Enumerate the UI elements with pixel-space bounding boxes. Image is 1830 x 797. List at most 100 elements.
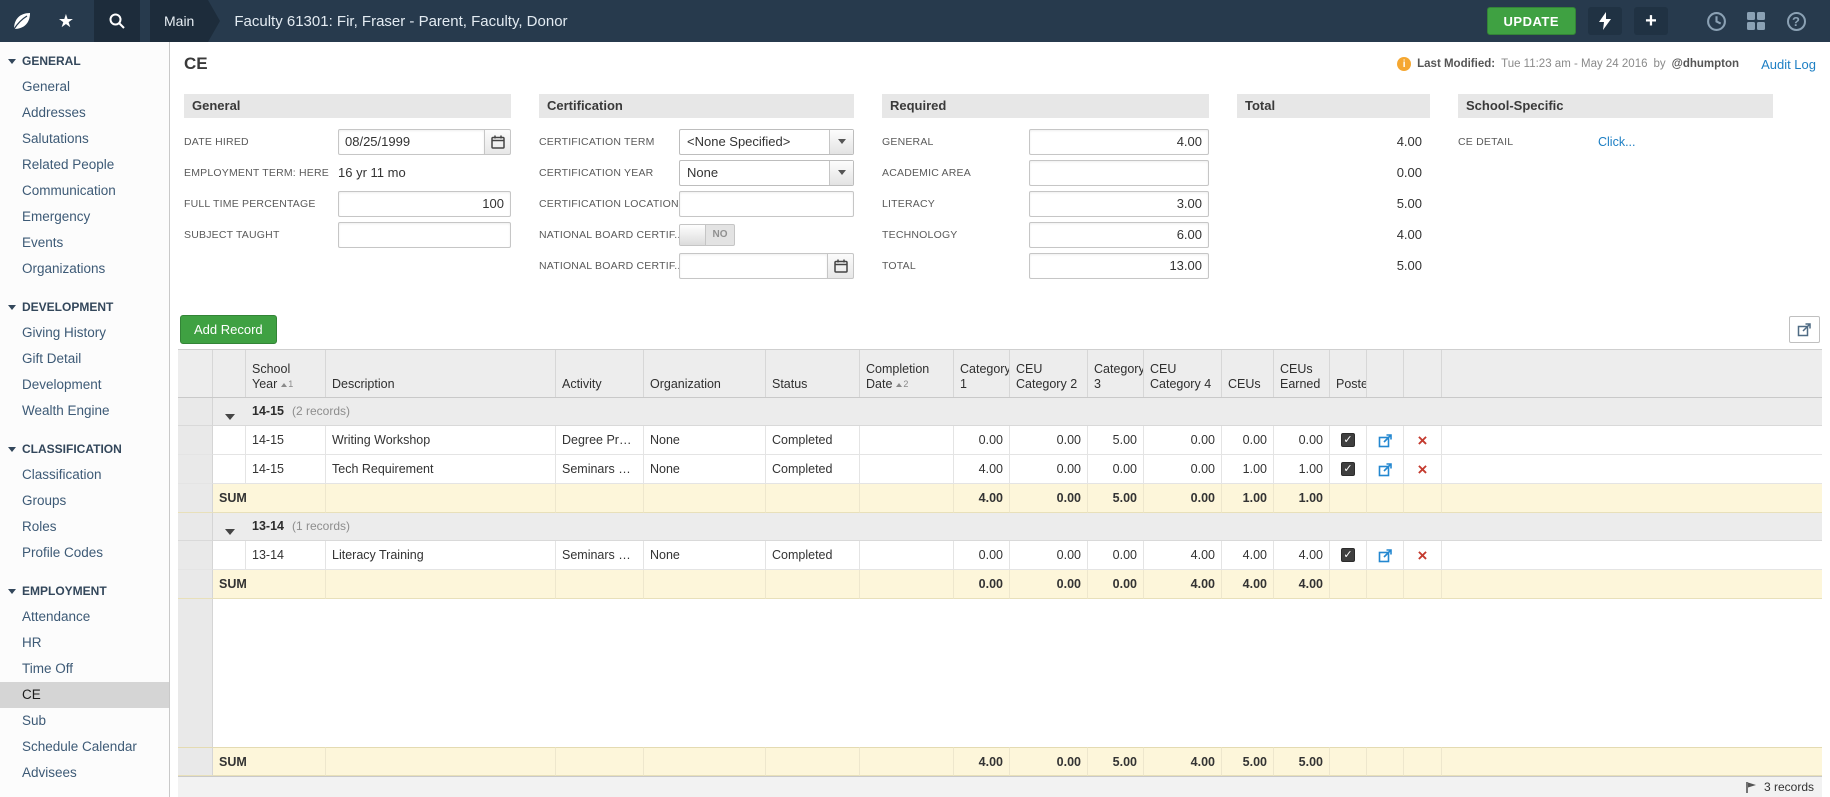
posted-checkbox[interactable]: ✓ (1341, 462, 1355, 476)
sidebar-item-events[interactable]: Events (0, 230, 169, 256)
sidebar-item-attendance[interactable]: Attendance (0, 604, 169, 630)
header-posted[interactable]: Poste… (1330, 350, 1367, 397)
header-category-1[interactable]: Category 1 (954, 350, 1010, 397)
certification-term-select[interactable]: <None Specified> (679, 128, 854, 155)
sidebar-section-general[interactable]: GENERAL (0, 48, 169, 74)
sidebar-section-employment[interactable]: EMPLOYMENT (0, 578, 169, 604)
subject-taught-input[interactable] (338, 221, 511, 248)
header-category-3[interactable]: Category 3 (1088, 350, 1144, 397)
full-time-percentage-input[interactable] (338, 190, 511, 217)
header-ceu-category-4[interactable]: CEU Category 4 (1144, 350, 1222, 397)
ce-detail-link[interactable]: Click... (1598, 135, 1636, 149)
expand-grid-button[interactable] (1789, 315, 1820, 343)
sidebar-item-profile-codes[interactable]: Profile Codes (0, 540, 169, 566)
sidebar-item-roles[interactable]: Roles (0, 514, 169, 540)
group-record-count: (2 records) (291, 404, 350, 418)
required-technology-input[interactable] (1029, 221, 1209, 248)
help-button[interactable]: ? (1776, 0, 1816, 42)
delete-record-icon[interactable]: × (1418, 461, 1428, 478)
update-button[interactable]: UPDATE (1486, 7, 1576, 35)
cell-filler (1442, 455, 1822, 484)
cell-ceus: 1.00 (1222, 455, 1274, 484)
add-button[interactable]: + (1634, 7, 1668, 35)
section-label: EMPLOYMENT (22, 584, 107, 598)
app-logo-button[interactable] (0, 0, 44, 42)
open-record-icon[interactable] (1378, 462, 1393, 477)
sidebar-item-classification[interactable]: Classification (0, 462, 169, 488)
panel-title: Total (1237, 94, 1430, 118)
certification-year-select[interactable]: None (679, 159, 854, 186)
delete-record-icon[interactable]: × (1418, 547, 1428, 564)
quick-actions-button[interactable] (1588, 7, 1622, 35)
required-academic-area-input[interactable] (1029, 159, 1209, 186)
sidebar-item-related-people[interactable]: Related People (0, 152, 169, 178)
required-literacy-input[interactable] (1029, 190, 1209, 217)
sidebar-item-gift-detail[interactable]: Gift Detail (0, 346, 169, 372)
sidebar-item-groups[interactable]: Groups (0, 488, 169, 514)
calendar-icon[interactable] (828, 252, 854, 279)
sidebar-item-time-off[interactable]: Time Off (0, 656, 169, 682)
cell-activity: Degree Pro… (556, 426, 644, 455)
favorites-button[interactable]: ★ (44, 0, 88, 42)
header-ceu-category-2[interactable]: CEU Category 2 (1010, 350, 1088, 397)
certification-location-input[interactable] (679, 190, 854, 217)
sidebar-item-general[interactable]: General (0, 74, 169, 100)
sidebar-item-hr[interactable]: HR (0, 630, 169, 656)
apps-button[interactable] (1736, 0, 1776, 42)
delete-record-icon[interactable]: × (1418, 432, 1428, 449)
sidebar-item-addresses[interactable]: Addresses (0, 100, 169, 126)
open-record-icon[interactable] (1378, 548, 1393, 563)
required-total-input[interactable] (1029, 252, 1209, 279)
cell-organization: None (644, 455, 766, 484)
row-handle[interactable] (178, 541, 213, 570)
sidebar-item-organizations[interactable]: Organizations (0, 256, 169, 282)
cell-posted: ✓ (1330, 541, 1367, 570)
breadcrumb-main-tab[interactable]: Main (150, 0, 221, 42)
header-organization[interactable]: Organization (644, 350, 766, 397)
calendar-icon[interactable] (485, 128, 511, 155)
header-description[interactable]: Description (326, 350, 556, 397)
add-record-button[interactable]: Add Record (180, 314, 277, 344)
sidebar-item-sub[interactable]: Sub (0, 708, 169, 734)
sidebar-item-wealth-engine[interactable]: Wealth Engine (0, 398, 169, 424)
sidebar-item-schedule-calendar[interactable]: Schedule Calendar (0, 734, 169, 760)
cell-sum-label: SUM (213, 484, 326, 513)
header-status[interactable]: Status (766, 350, 860, 397)
header-school-year[interactable]: School Year 1 (246, 350, 326, 397)
sidebar-item-emergency[interactable]: Emergency (0, 204, 169, 230)
sidebar-item-giving-history[interactable]: Giving History (0, 320, 169, 346)
national-board-certified-toggle[interactable]: NO (679, 223, 735, 246)
national-board-certified-date-label: NATIONAL BOARD CERTIF... (539, 259, 679, 272)
cell-status (766, 747, 860, 776)
table-row[interactable]: 14-15 Writing Workshop Degree Pro… None … (178, 426, 1822, 455)
search-button[interactable] (94, 0, 140, 42)
posted-checkbox[interactable]: ✓ (1341, 548, 1355, 562)
sidebar-section-classification[interactable]: CLASSIFICATION (0, 436, 169, 462)
history-clock-icon (1706, 11, 1726, 31)
row-handle[interactable] (178, 426, 213, 455)
date-hired-input[interactable] (338, 128, 485, 155)
header-completion-date[interactable]: Completion Date 2 (860, 350, 954, 397)
sidebar-section-development[interactable]: DEVELOPMENT (0, 294, 169, 320)
table-row[interactable]: 14-15 Tech Requirement Seminars &… None … (178, 455, 1822, 484)
sidebar-item-salutations[interactable]: Salutations (0, 126, 169, 152)
sidebar-item-ce[interactable]: CE (0, 682, 169, 708)
required-general-input[interactable] (1029, 128, 1209, 155)
header-activity[interactable]: Activity (556, 350, 644, 397)
cell-filler (1442, 570, 1822, 599)
history-button[interactable] (1696, 0, 1736, 42)
posted-checkbox[interactable]: ✓ (1341, 433, 1355, 447)
collapse-group-icon[interactable] (224, 414, 235, 420)
sidebar-item-advisees[interactable]: Advisees (0, 760, 169, 786)
row-handle[interactable] (178, 455, 213, 484)
header-ceus-earned[interactable]: CEUs Earned (1274, 350, 1330, 397)
audit-log-link[interactable]: Audit Log (1761, 57, 1816, 72)
national-board-certified-date-input[interactable] (679, 252, 828, 279)
sidebar-item-development[interactable]: Development (0, 372, 169, 398)
open-record-icon[interactable] (1378, 433, 1393, 448)
group-sum-row: SUM 0.00 0.00 0.00 4.00 4.00 4.00 (178, 570, 1822, 599)
sidebar-item-communication[interactable]: Communication (0, 178, 169, 204)
collapse-group-icon[interactable] (224, 529, 235, 535)
header-ceus[interactable]: CEUs (1222, 350, 1274, 397)
table-row[interactable]: 13-14 Literacy Training Seminars &… None… (178, 541, 1822, 570)
